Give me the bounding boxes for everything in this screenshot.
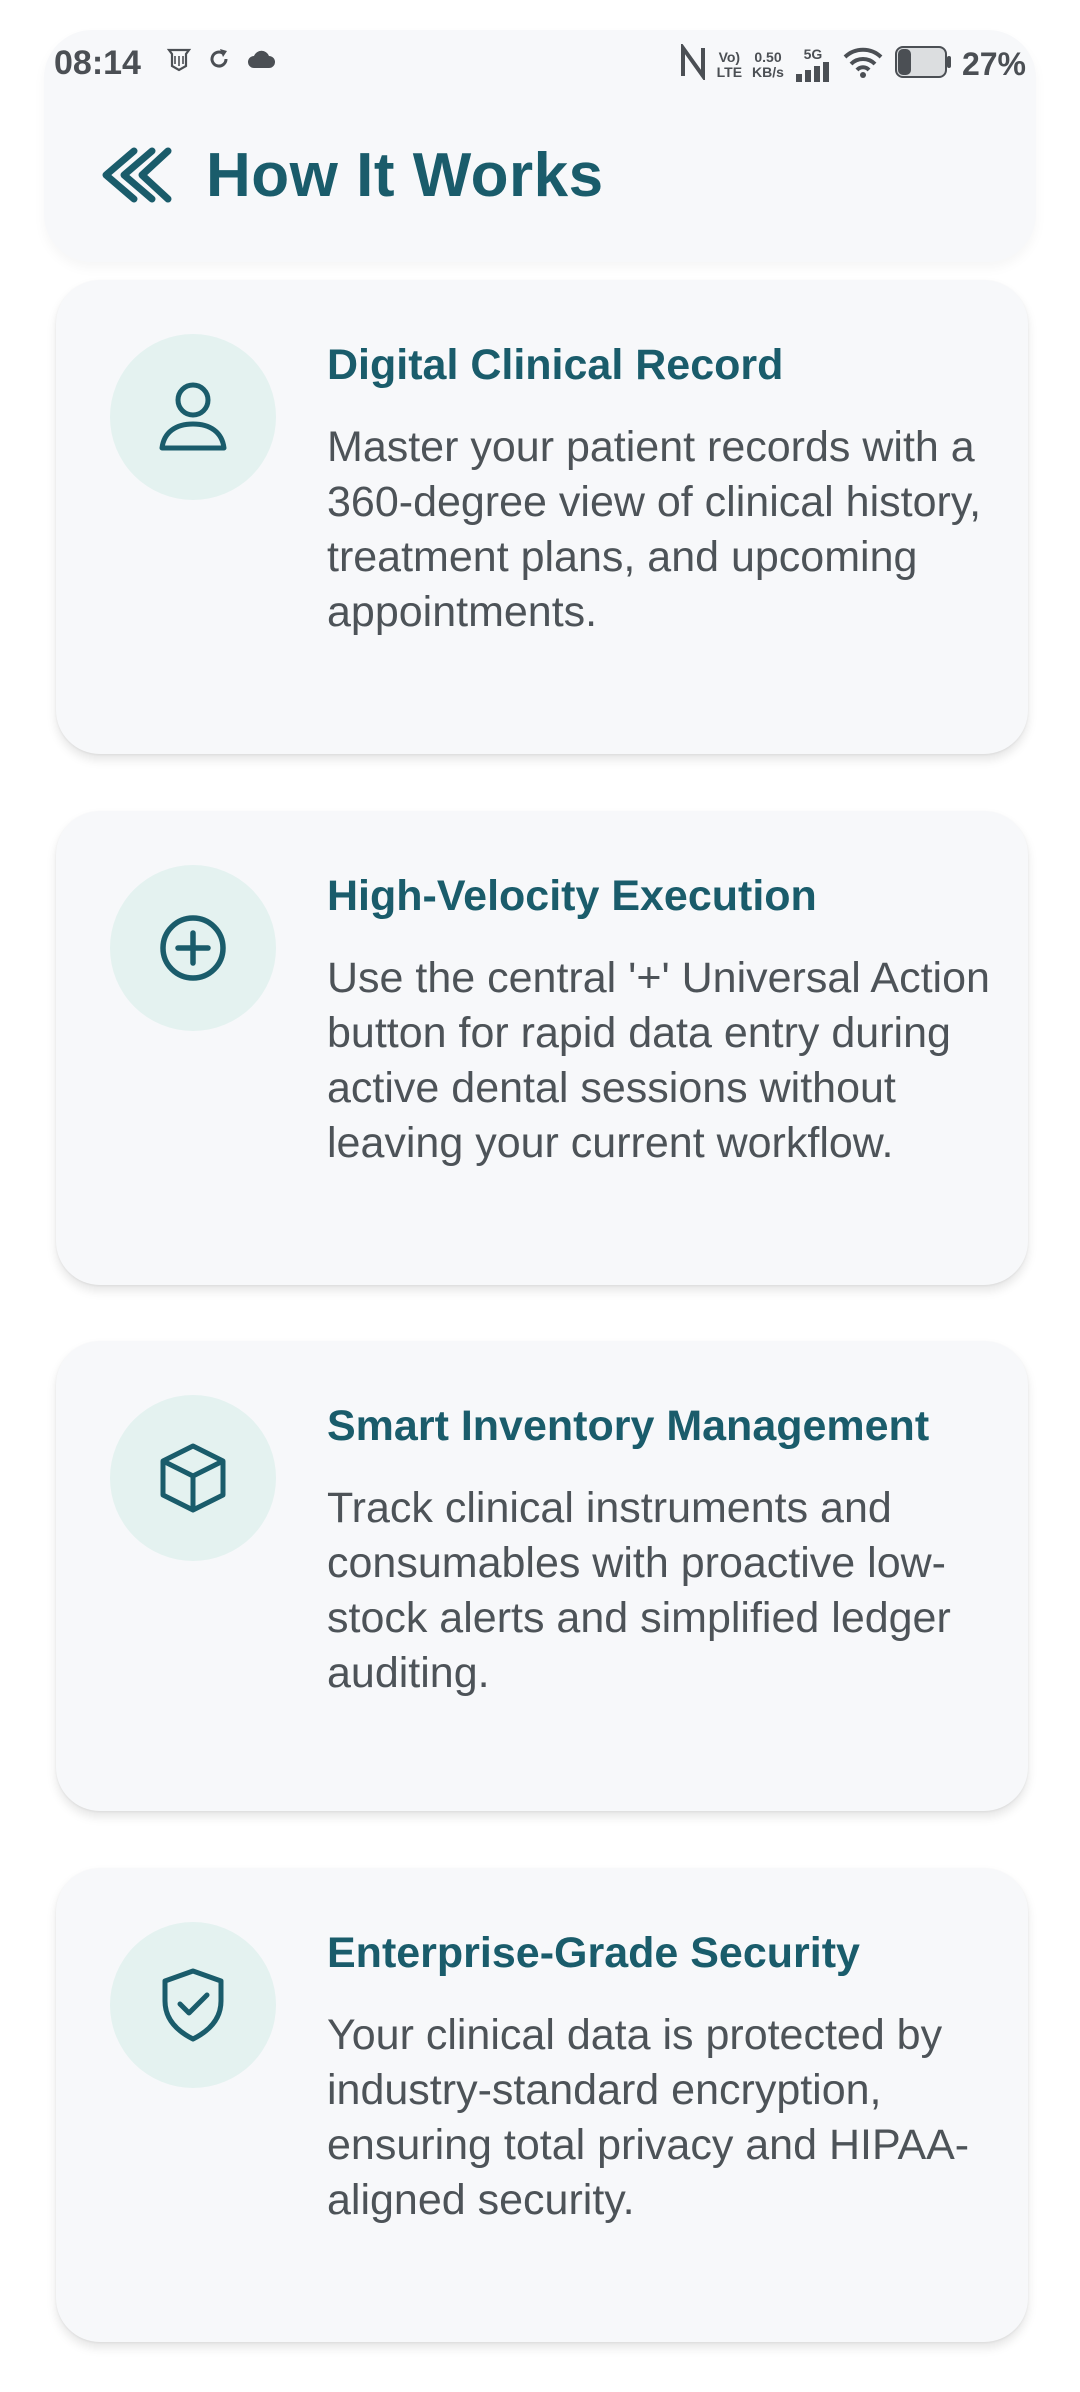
signal-icon <box>795 62 829 82</box>
title-bar: How It Works <box>96 130 604 220</box>
status-left-icons <box>166 46 276 77</box>
status-time: 08:14 <box>54 44 141 82</box>
volte-bottom: LTE <box>716 63 743 80</box>
feature-card-enterprise-grade-security: Enterprise-Grade Security Your clinical … <box>56 1868 1028 2342</box>
volte-indicator: Vo) LTE <box>716 48 743 80</box>
feature-card-digital-clinical-record: Digital Clinical Record Master your pati… <box>56 280 1028 754</box>
plus-circle-icon <box>160 915 226 981</box>
status-bar: 08:14 Vo) LTE 0.50 KB/s 5G 27% <box>54 40 1026 90</box>
feature-icon-circle <box>110 1395 276 1561</box>
feature-title: Enterprise-Grade Security <box>327 1929 860 1977</box>
speed-unit: KB/s <box>752 63 784 80</box>
box-icon <box>160 1443 226 1513</box>
back-button[interactable] <box>96 135 176 215</box>
feature-text: Smart Inventory Management Track clinica… <box>327 1399 997 1701</box>
feature-description: Use the central '+' Universal Action but… <box>327 954 990 1167</box>
cloud-icon <box>246 48 276 75</box>
network-speed: 0.50 KB/s <box>752 48 784 80</box>
double-chevron-left-icon <box>102 147 172 203</box>
sync-icon <box>206 46 232 77</box>
feature-title: Smart Inventory Management <box>327 1402 930 1450</box>
feature-card-high-velocity-execution: High-Velocity Execution Use the central … <box>56 811 1028 1285</box>
user-icon <box>159 382 227 451</box>
signal-indicator: 5G <box>794 47 832 82</box>
feature-text: Digital Clinical Record Master your pati… <box>327 338 997 640</box>
feature-description: Master your patient records with a 360-d… <box>327 423 982 636</box>
feature-icon-circle <box>110 865 276 1031</box>
wifi-icon <box>842 45 884 84</box>
feature-title: High-Velocity Execution <box>327 872 817 920</box>
feature-description: Your clinical data is protected by indus… <box>327 2011 970 2224</box>
feature-icon-circle <box>110 1922 276 2088</box>
feature-icon-circle <box>110 334 276 500</box>
nfc-icon <box>679 41 707 85</box>
feature-title: Digital Clinical Record <box>327 341 784 389</box>
feature-card-smart-inventory-management: Smart Inventory Management Track clinica… <box>56 1341 1028 1811</box>
feature-text: High-Velocity Execution Use the central … <box>327 869 997 1171</box>
battery-icon <box>894 45 952 84</box>
feature-text: Enterprise-Grade Security Your clinical … <box>327 1926 997 2228</box>
page-title: How It Works <box>206 140 604 210</box>
network-type: 5G <box>803 46 823 62</box>
feature-description: Track clinical instruments and consumabl… <box>327 1484 951 1697</box>
shield-check-icon <box>162 1968 224 2042</box>
volte-top: Vo) <box>718 48 741 65</box>
speed-value: 0.50 <box>754 48 782 65</box>
notification-icon <box>166 46 192 77</box>
battery-percent: 27% <box>961 46 1026 82</box>
status-right-icons: Vo) LTE 0.50 KB/s 5G 27% <box>679 41 1026 85</box>
